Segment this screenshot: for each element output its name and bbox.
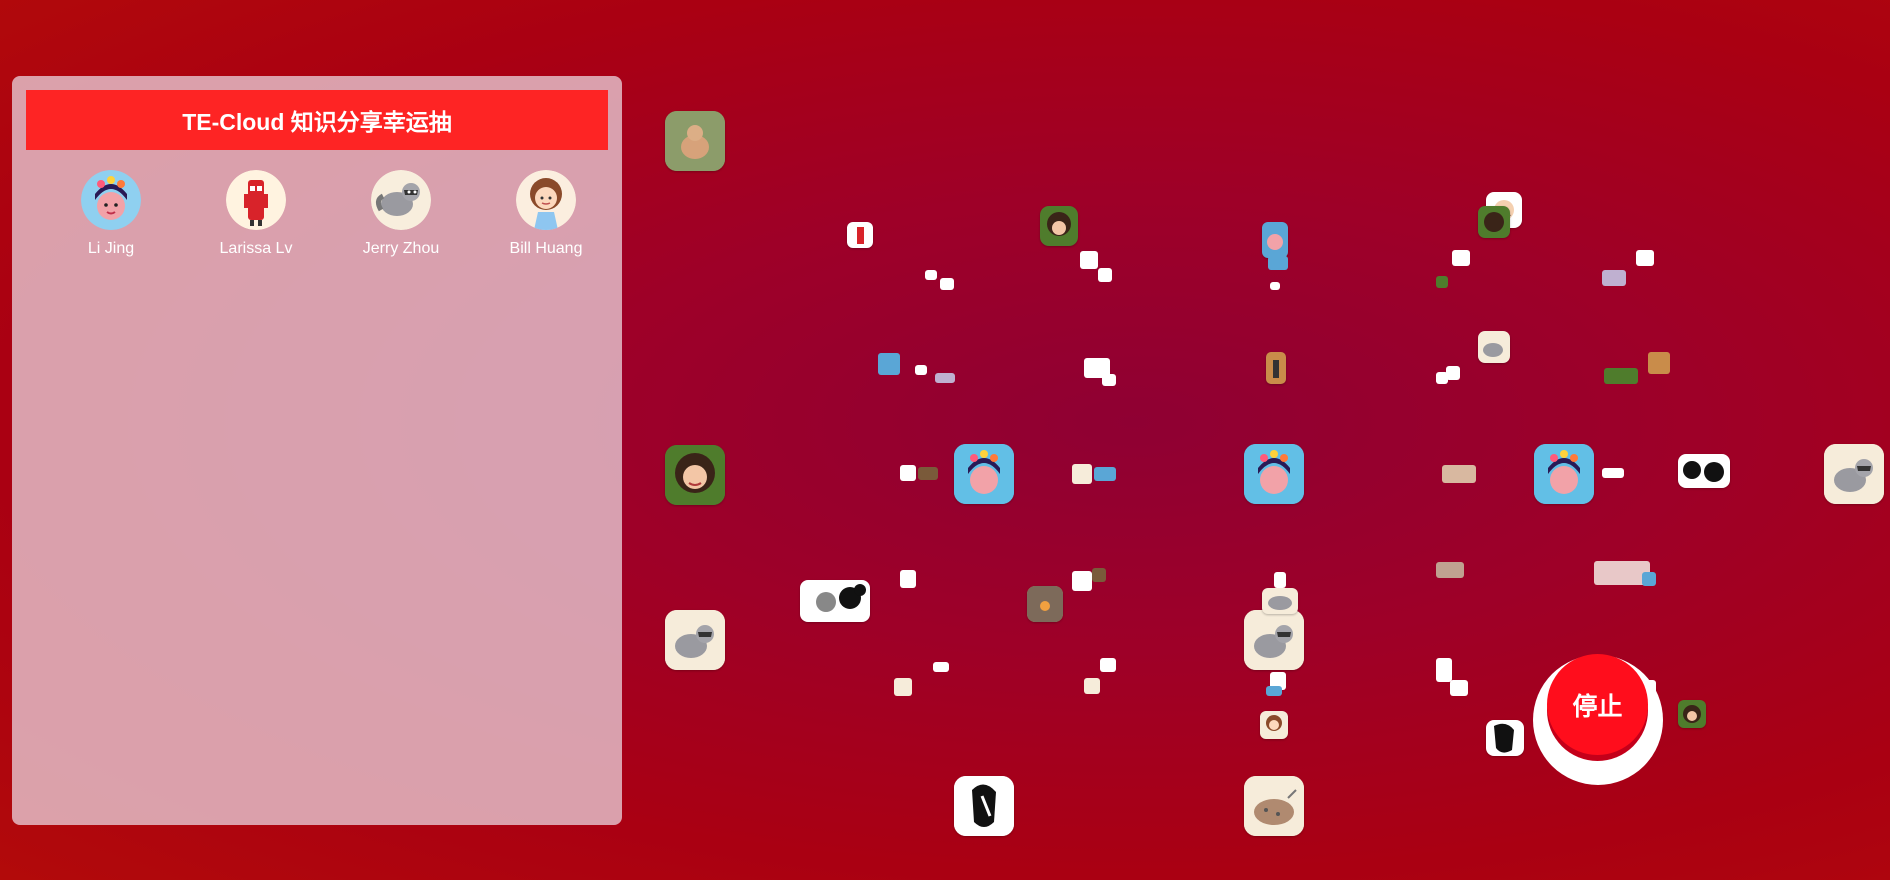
- girl-flower-crown-icon: [954, 444, 1014, 504]
- curly-girl-icon: [1260, 711, 1288, 739]
- girl-flower-crown-icon: [1268, 256, 1288, 270]
- winners-panel: TE-Cloud 知识分享幸运抽 Li Jing Larissa Lv Jerr…: [12, 76, 622, 825]
- red-robot-icon: [847, 222, 873, 248]
- green-hair-woman-icon: [1040, 206, 1078, 246]
- red-robot-icon: [1100, 658, 1116, 672]
- boar-icon: [894, 678, 912, 696]
- girl-flower-crown-icon: [1642, 572, 1656, 586]
- mixed-avatars-icon: [1442, 465, 1476, 483]
- green-hair-woman-icon: [1436, 276, 1448, 288]
- winner-item: Bill Huang: [476, 170, 616, 258]
- lottery-title: TE-Cloud 知识分享幸运抽: [26, 90, 608, 150]
- frown-face-icon: [1080, 251, 1098, 269]
- mixed-avatars-icon: [933, 662, 949, 672]
- raccoon-icon: [371, 170, 431, 230]
- dog-photo-icon: [665, 111, 725, 171]
- frown-face-icon: [1072, 571, 1092, 591]
- red-robot-icon: [940, 278, 954, 290]
- raccoon-icon: [1072, 464, 1092, 484]
- red-robot-icon: [226, 170, 286, 230]
- dog-photo-icon: [918, 467, 938, 480]
- green-hair-woman-icon: [1678, 700, 1706, 728]
- frown-face-icon: [1098, 268, 1112, 282]
- raccoon-icon: [1084, 678, 1100, 694]
- curly-girl-icon: [516, 170, 576, 230]
- cow-pattern-icon: [1678, 454, 1730, 488]
- girl-flower-crown-icon: [1244, 444, 1304, 504]
- curly-girl-icon: [935, 373, 955, 383]
- raccoon-icon: [1478, 331, 1510, 363]
- frown-face-icon: [900, 465, 916, 481]
- girl-flower-crown-icon: [915, 365, 927, 375]
- raccoon-icon: [665, 610, 725, 670]
- raccoon-icon: [1824, 444, 1884, 504]
- winner-name: Li Jing: [87, 240, 135, 257]
- ink-portrait-icon: [925, 270, 937, 280]
- green-hair-woman-icon: [665, 445, 725, 505]
- red-robot-icon: [900, 570, 916, 588]
- curly-girl-icon: [1636, 250, 1654, 266]
- girl-flower-crown-icon: [878, 353, 900, 375]
- frown-face-icon: [1270, 282, 1280, 290]
- ink-portrait-icon: [1450, 680, 1468, 696]
- winner-item: Jerry Zhou: [331, 170, 471, 258]
- winner-item: Li Jing: [41, 170, 181, 258]
- sunset-photo-icon: [1648, 352, 1670, 374]
- sunset-photo-icon: [1027, 586, 1063, 622]
- girl-flower-crown-icon: [1262, 222, 1288, 258]
- winner-name: Jerry Zhou: [362, 240, 440, 257]
- boar-icon: [1244, 776, 1304, 836]
- red-robot-icon: [1436, 658, 1452, 682]
- figure-icon: [1266, 352, 1286, 384]
- girl-flower-crown-icon: [81, 170, 141, 230]
- ink-portrait-icon: [1486, 720, 1524, 756]
- raccoon-icon: [1244, 610, 1304, 670]
- green-hair-woman-icon: [1604, 368, 1638, 384]
- girl-flower-crown-icon: [1534, 444, 1594, 504]
- girl-flower-crown-icon: [1266, 686, 1282, 696]
- ink-portrait-icon: [954, 776, 1014, 836]
- girl-flower-crown-icon: [1094, 467, 1116, 481]
- green-hair-woman-icon: [1478, 206, 1510, 238]
- red-robot-icon: [1102, 374, 1116, 386]
- winner-item: Larissa Lv: [186, 170, 326, 258]
- red-robot-icon: [1446, 366, 1460, 380]
- winner-name: Larissa Lv: [219, 240, 293, 257]
- girl-flower-crown-icon: [1602, 270, 1626, 286]
- frown-face-icon: [1452, 250, 1470, 266]
- stop-button[interactable]: 停止: [1547, 654, 1648, 755]
- dog-photo-icon: [1092, 568, 1106, 582]
- red-robot-icon: [1274, 572, 1286, 588]
- winner-name: Bill Huang: [509, 240, 583, 257]
- mixed-avatars-icon: [1436, 562, 1464, 578]
- raccoon-icon: [1262, 588, 1298, 614]
- cow-pattern-icon: [800, 580, 870, 622]
- mixed-avatars-icon: [1602, 468, 1624, 478]
